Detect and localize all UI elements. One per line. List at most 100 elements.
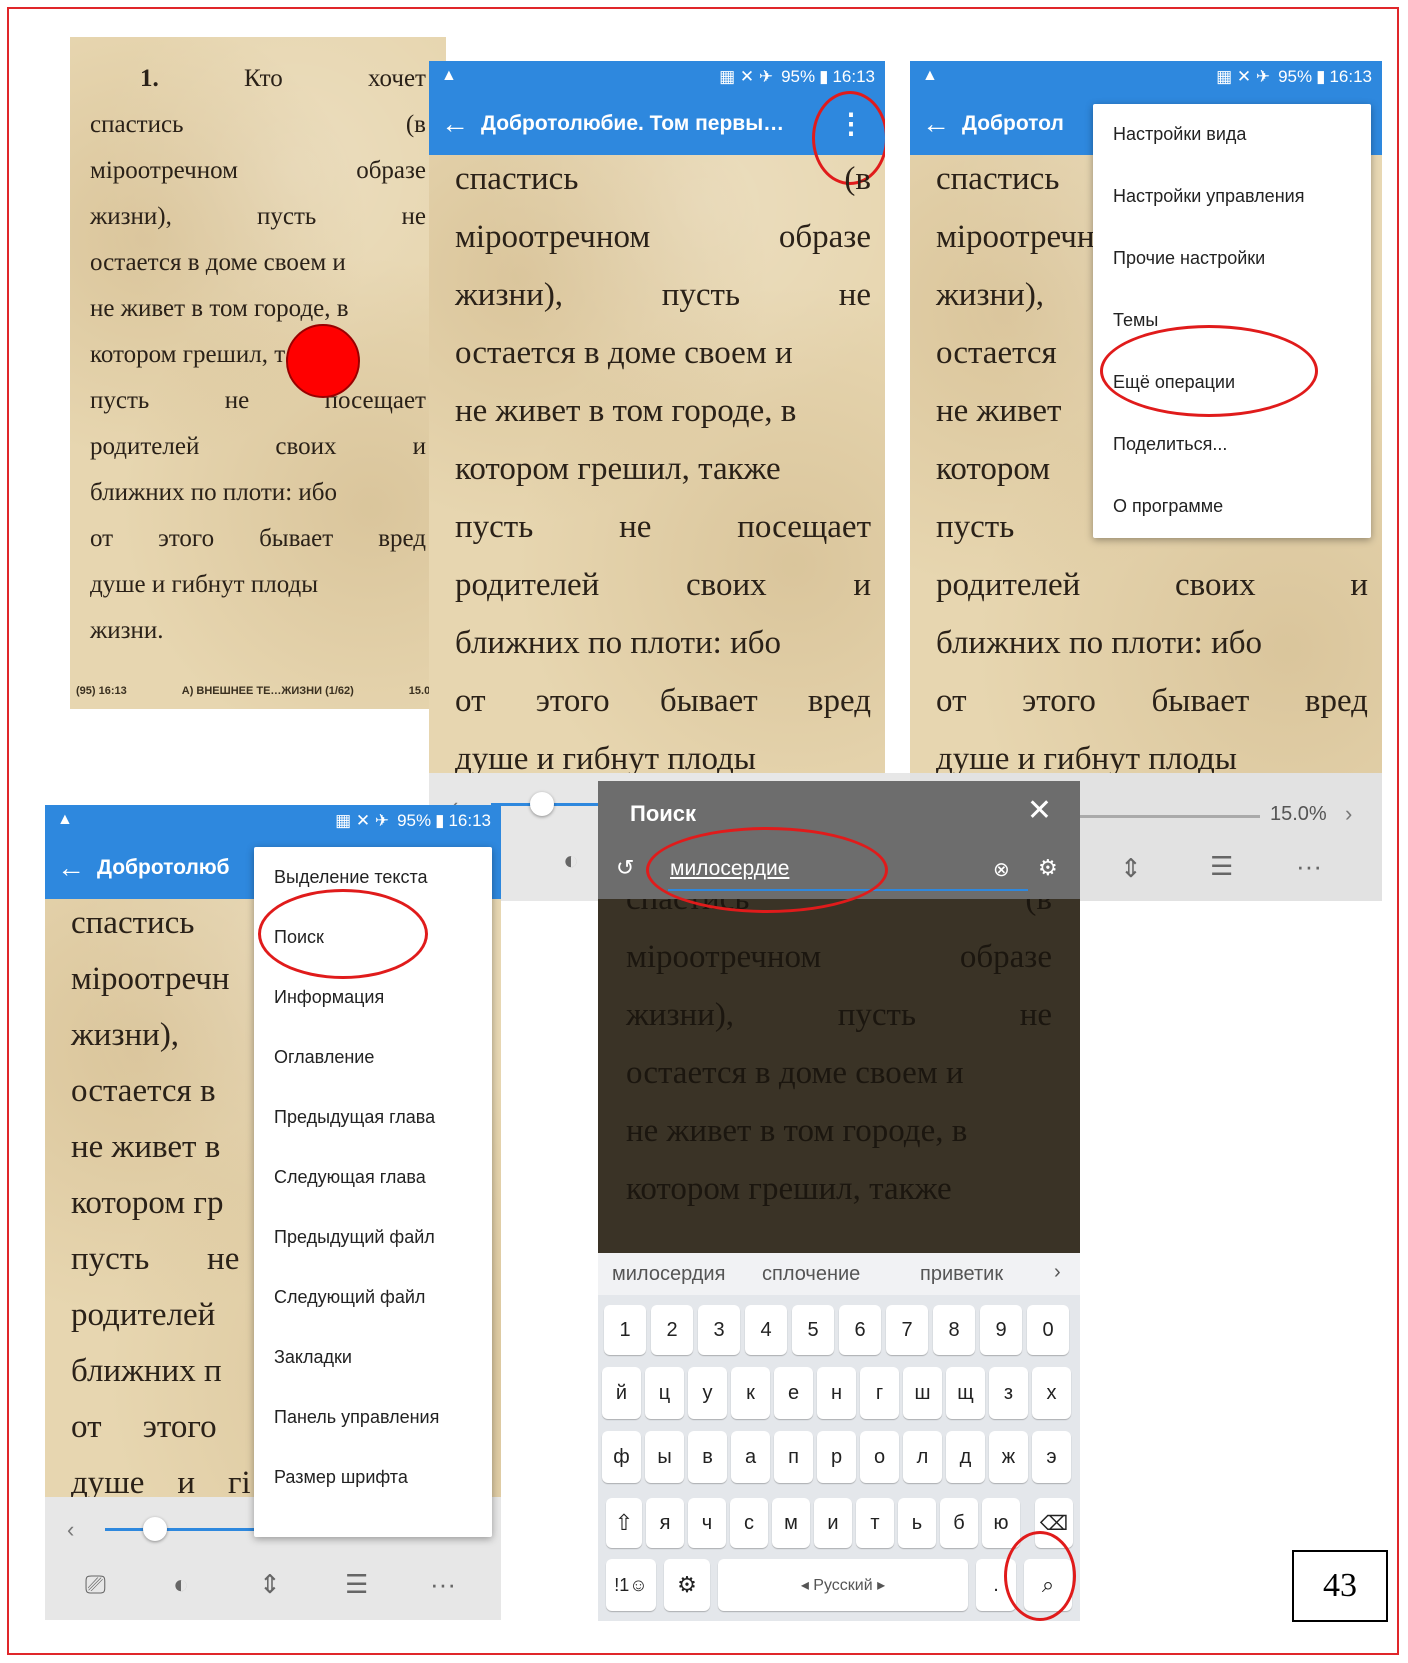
letter-key[interactable]: о xyxy=(860,1431,899,1483)
digit-key[interactable]: 3 xyxy=(698,1305,740,1355)
letter-key[interactable]: е xyxy=(774,1367,813,1419)
letter-key[interactable]: р xyxy=(817,1431,856,1483)
history-icon[interactable]: ↺ xyxy=(616,855,634,881)
text-line: спастись xyxy=(71,905,195,941)
menu-item-bookmarks[interactable]: Закладки xyxy=(274,1347,352,1368)
theme-contrast-icon[interactable]: ◐ xyxy=(173,1569,189,1600)
text-line: родителей xyxy=(71,1297,216,1333)
letter-key[interactable]: ф xyxy=(602,1431,641,1483)
scroll-mode-icon[interactable]: ⇕ xyxy=(259,1569,281,1600)
letter-key[interactable]: п xyxy=(774,1431,813,1483)
symbols-key[interactable]: !1☺ xyxy=(606,1559,656,1611)
letter-key[interactable]: м xyxy=(772,1498,810,1548)
letter-key[interactable]: д xyxy=(946,1431,985,1483)
letter-key[interactable]: я xyxy=(646,1498,684,1548)
text-line: жизни), пусть не xyxy=(455,277,871,313)
more-dots-icon[interactable]: ··· xyxy=(1296,851,1322,882)
menu-item-share[interactable]: Поделиться... xyxy=(1113,434,1227,455)
digit-key[interactable]: 8 xyxy=(933,1305,975,1355)
letter-key[interactable]: э xyxy=(1032,1431,1071,1483)
menu-item-other-settings[interactable]: Прочие настройки xyxy=(1113,248,1265,269)
letter-key[interactable]: ч xyxy=(688,1498,726,1548)
digit-key[interactable]: 1 xyxy=(604,1305,646,1355)
theme-contrast-icon[interactable]: ◐ xyxy=(563,845,579,876)
chevron-right-icon[interactable]: › xyxy=(1345,801,1352,827)
letter-key[interactable]: л xyxy=(903,1431,942,1483)
menu-item-prev-file[interactable]: Предыдущий файл xyxy=(274,1227,435,1248)
letter-key[interactable]: н xyxy=(817,1367,856,1419)
toc-list-icon[interactable]: ☰ xyxy=(1210,851,1233,882)
digit-key[interactable]: 9 xyxy=(980,1305,1022,1355)
letter-key[interactable]: щ xyxy=(946,1367,985,1419)
digit-key[interactable]: 2 xyxy=(651,1305,693,1355)
menu-item-font-size[interactable]: Размер шрифта xyxy=(274,1467,408,1488)
letter-key[interactable]: к xyxy=(731,1367,770,1419)
menu-item-toc[interactable]: Оглавление xyxy=(274,1047,374,1068)
scroll-mode-icon[interactable]: ⇕ xyxy=(1120,853,1142,884)
text-line: остается в xyxy=(71,1073,216,1109)
suggestion-3[interactable]: приветик xyxy=(920,1263,1003,1286)
letter-key[interactable]: ж xyxy=(989,1431,1028,1483)
menu-item-prev-chapter[interactable]: Предыдущая глава xyxy=(274,1107,435,1128)
letter-key[interactable]: х xyxy=(1032,1367,1071,1419)
digit-key[interactable]: 4 xyxy=(745,1305,787,1355)
back-arrow-icon[interactable]: ← xyxy=(429,108,481,140)
text-line: душе и гибнут плоды xyxy=(90,571,319,598)
text-line: спастись (в xyxy=(90,111,426,138)
chevron-right-icon[interactable]: › xyxy=(1054,1261,1061,1284)
chevron-left-icon[interactable]: ‹ xyxy=(67,1517,74,1543)
text-line: міроотречн xyxy=(71,961,230,997)
digit-key[interactable]: 5 xyxy=(792,1305,834,1355)
menu-item-info[interactable]: Информация xyxy=(274,987,384,1008)
progress-thumb[interactable] xyxy=(143,1517,167,1541)
menu-item-next-chapter[interactable]: Следующая глава xyxy=(274,1167,426,1188)
digit-key[interactable]: 0 xyxy=(1027,1305,1069,1355)
clear-input-icon[interactable]: ⊗ xyxy=(993,857,1010,882)
menu-item-about[interactable]: О программе xyxy=(1113,496,1223,517)
menu-item-select-text[interactable]: Выделение текста xyxy=(274,867,428,888)
letter-key[interactable]: й xyxy=(602,1367,641,1419)
letter-key[interactable]: ь xyxy=(898,1498,936,1548)
search-settings-gear-icon[interactable]: ⚙ xyxy=(1038,855,1058,881)
space-key[interactable]: ◂ Русский ▸ xyxy=(718,1559,968,1611)
text-line: котором грешил, также xyxy=(626,1171,952,1207)
suggestion-1[interactable]: милосердия xyxy=(612,1263,725,1286)
rotate-icon[interactable]: ⎚ xyxy=(85,1569,106,1601)
back-arrow-icon[interactable]: ← xyxy=(910,108,962,140)
menu-item-themes[interactable]: Темы xyxy=(1113,310,1158,331)
menu-item-next-file[interactable]: Следующий файл xyxy=(274,1287,425,1308)
letter-key[interactable]: с xyxy=(730,1498,768,1548)
screenshot-appbar: ▲ ▦ ✕ ✈ 95% ▮ 16:13 ← Добротолюбие. Том пер… xyxy=(429,61,885,781)
back-arrow-icon[interactable]: ← xyxy=(45,852,97,884)
toc-list-icon[interactable]: ☰ xyxy=(345,1569,368,1600)
letter-key[interactable]: а xyxy=(731,1431,770,1483)
menu-item-control-panel[interactable]: Панель управления xyxy=(274,1407,439,1428)
digit-key[interactable]: 7 xyxy=(886,1305,928,1355)
letter-key[interactable]: з xyxy=(989,1367,1028,1419)
letter-key[interactable]: ц xyxy=(645,1367,684,1419)
progress-thumb[interactable] xyxy=(530,792,554,816)
letter-key[interactable]: в xyxy=(688,1431,727,1483)
shift-key[interactable]: ⇧ xyxy=(606,1498,642,1548)
keyboard-settings-gear-icon[interactable]: ⚙ xyxy=(664,1559,710,1611)
close-icon[interactable]: ✕ xyxy=(1027,793,1052,828)
letter-key[interactable]: и xyxy=(814,1498,852,1548)
menu-item-view-settings[interactable]: Настройки вида xyxy=(1113,124,1246,145)
screenshot-search: спастись (в міроотречном образе жизни), пус… xyxy=(598,781,1080,1621)
letter-key[interactable]: б xyxy=(940,1498,978,1548)
letter-key[interactable]: ш xyxy=(903,1367,942,1419)
progress-label: 15.0% xyxy=(1270,803,1327,825)
text-line: жизни. xyxy=(90,617,164,644)
menu-item-control-settings[interactable]: Настройки управления xyxy=(1113,186,1304,207)
letter-key[interactable]: т xyxy=(856,1498,894,1548)
letter-key[interactable]: ы xyxy=(645,1431,684,1483)
book-title: Добротол xyxy=(962,112,1064,135)
tap-point-marker[interactable] xyxy=(286,324,360,398)
letter-key[interactable]: у xyxy=(688,1367,727,1419)
letter-key[interactable]: ю xyxy=(982,1498,1020,1548)
digit-key[interactable]: 6 xyxy=(839,1305,881,1355)
status-bar: ▲ ▦ ✕ ✈ 95% ▮ 16:13 xyxy=(910,61,1382,93)
suggestion-2[interactable]: сплочение xyxy=(762,1263,860,1286)
more-dots-icon[interactable]: ··· xyxy=(430,1569,456,1600)
letter-key[interactable]: г xyxy=(860,1367,899,1419)
